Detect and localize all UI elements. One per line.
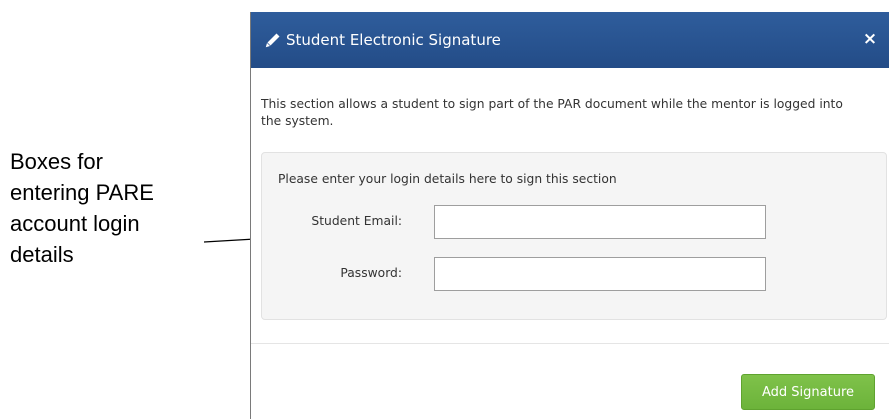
password-field[interactable]: [434, 257, 766, 291]
modal-footer: Add Signature: [251, 343, 889, 419]
modal-header: Student Electronic Signature ×: [251, 12, 889, 68]
annotation-line: details: [10, 242, 74, 267]
student-email-label: Student Email:: [311, 214, 402, 228]
modal-title-wrap: Student Electronic Signature: [265, 28, 501, 52]
login-panel: Please enter your login details here to …: [261, 152, 887, 320]
close-icon[interactable]: ×: [861, 28, 879, 50]
modal-description: This section allows a student to sign pa…: [261, 97, 843, 128]
add-signature-button[interactable]: Add Signature: [741, 374, 875, 410]
pencil-icon: [265, 33, 280, 48]
annotation-caption: Boxes for entering PARE account login de…: [10, 146, 210, 270]
password-label: Password:: [340, 266, 402, 280]
annotation-line: entering PARE: [10, 180, 154, 205]
student-email-field[interactable]: [434, 205, 766, 239]
annotation-line: account login: [10, 211, 140, 236]
modal-title: Student Electronic Signature: [286, 31, 501, 49]
signature-modal: Student Electronic Signature × This sect…: [250, 12, 889, 419]
annotation-line: Boxes for: [10, 149, 103, 174]
modal-body: This section allows a student to sign pa…: [251, 68, 889, 344]
panel-instruction: Please enter your login details here to …: [278, 172, 617, 186]
screenshot-canvas: Boxes for entering PARE account login de…: [0, 0, 889, 419]
